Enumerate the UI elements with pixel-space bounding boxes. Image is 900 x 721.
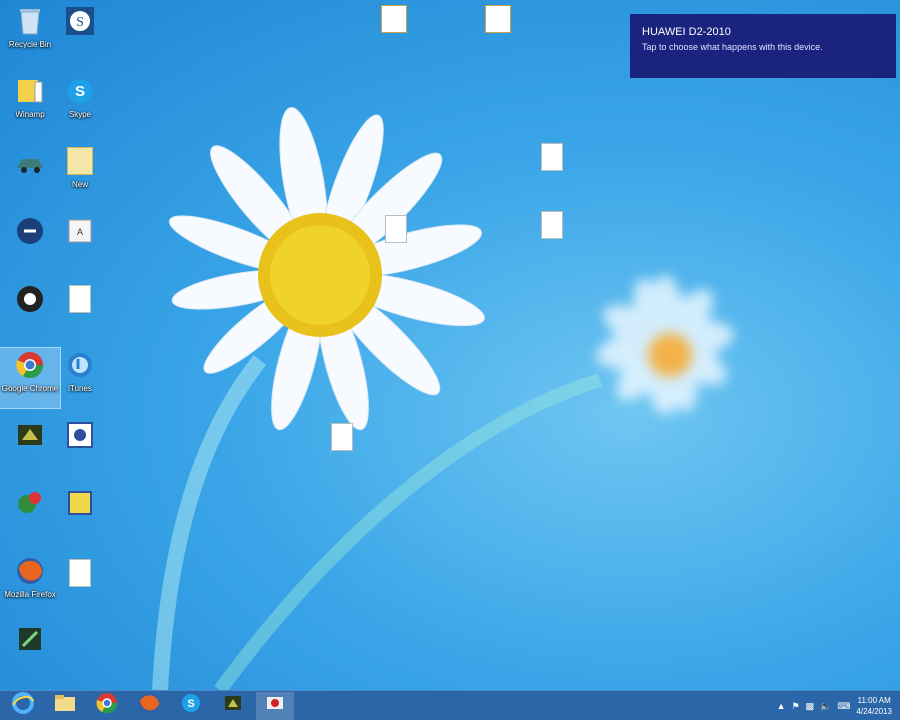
desktop-icon-app[interactable] [0,622,60,656]
svg-text:S: S [75,83,85,100]
keyboard-icon[interactable]: ⌨ [837,701,850,712]
document-icon [535,208,569,242]
chrome-icon [13,348,47,382]
desktop-icon-new-folder[interactable]: New [50,144,110,189]
svg-text:S: S [76,15,84,30]
document-icon [325,420,359,454]
desktop-icon-label: New [71,180,88,189]
svg-text:A: A [77,227,83,237]
desktop-icon-zip-file[interactable] [468,2,528,36]
network-icon[interactable]: ▩ [806,701,815,712]
device-notification[interactable]: HUAWEI D2-2010 Tap to choose what happen… [630,14,896,78]
folder-icon [63,144,97,178]
desktop-icon-app[interactable]: S [50,4,110,38]
system-tray: ▲ ⚑ ▩ 🔈 ⌨ 11:00 AM 4/24/2013 [777,691,892,721]
yellow-app-icon [63,486,97,520]
desktop-icon-file[interactable] [312,420,372,454]
desktop-icon-app[interactable] [50,418,110,452]
document-icon [63,282,97,316]
skype-icon: S [63,74,97,108]
video-app-icon [13,622,47,656]
taskbar-internet-explorer[interactable] [4,692,42,720]
camtasia-icon [222,692,244,719]
internet-explorer-icon [11,691,35,720]
firefox-icon [13,554,47,588]
taskbar: S ▲ ⚑ ▩ 🔈 ⌨ 11:00 AM 4/24/2013 [0,690,900,720]
clock[interactable]: 11:00 AM 4/24/2013 [856,695,892,717]
s-app-icon: S [63,4,97,38]
taskbar-mozilla-firefox[interactable] [130,692,168,720]
media-app-icon [13,214,47,248]
clock-time: 11:00 AM [857,696,891,705]
folder-icon [53,693,77,718]
disc-app-icon [13,282,47,316]
itunes-icon [63,348,97,382]
document-icon [379,212,413,246]
archive-file-icon [481,2,515,36]
desktop-icon-label: Skype [68,110,92,119]
desktop-background: Recycle Bin Winamp Google Chrome Mozilla… [0,0,900,690]
text-file-icon: A [63,214,97,248]
desktop-icon-file[interactable] [522,208,582,242]
taskbar-skype[interactable]: S [172,692,210,720]
record-icon [264,692,286,719]
desktop-icon-itunes[interactable]: iTunes [50,348,110,393]
show-hidden-icons-icon[interactable]: ▲ [777,701,786,711]
taskbar-file-explorer[interactable] [46,692,84,720]
skype-icon: S [180,692,202,719]
desktop-icon-label: Recycle Bin [8,40,52,49]
firefox-icon [138,692,160,719]
svg-text:S: S [187,698,194,710]
desktop-icon-label: iTunes [68,384,92,393]
desktop-icon-file[interactable] [50,556,110,590]
recycle-bin-icon [13,4,47,38]
taskbar-camtasia[interactable] [214,692,252,720]
notification-message: Tap to choose what happens with this dev… [642,42,823,52]
desktop-icon-skype[interactable]: S Skype [50,74,110,119]
disk-app-icon [63,418,97,452]
document-icon [535,140,569,174]
desktop-icon-app[interactable] [50,486,110,520]
desktop-icon-file[interactable] [522,140,582,174]
archive-file-icon [377,2,411,36]
notification-title: HUAWEI D2-2010 [642,26,731,38]
desktop-icon-file[interactable] [50,282,110,316]
document-icon [63,556,97,590]
desktop-icon-label: Mozilla Firefox [4,590,56,599]
flag-icon[interactable]: ⚑ [792,701,800,712]
clock-date: 4/24/2013 [856,707,892,716]
car-app-icon [13,146,47,180]
desktop-icon-file[interactable]: A [50,214,110,248]
winamp-icon [13,74,47,108]
desktop-icon-file[interactable] [366,212,426,246]
volume-icon[interactable]: 🔈 [820,701,831,712]
desktop-icon-zip-file[interactable] [364,2,424,36]
chrome-icon [96,692,118,719]
taskbar-bandicam[interactable] [256,691,294,720]
network-app-icon [13,486,47,520]
game-app-icon [13,418,47,452]
taskbar-google-chrome[interactable] [88,692,126,720]
